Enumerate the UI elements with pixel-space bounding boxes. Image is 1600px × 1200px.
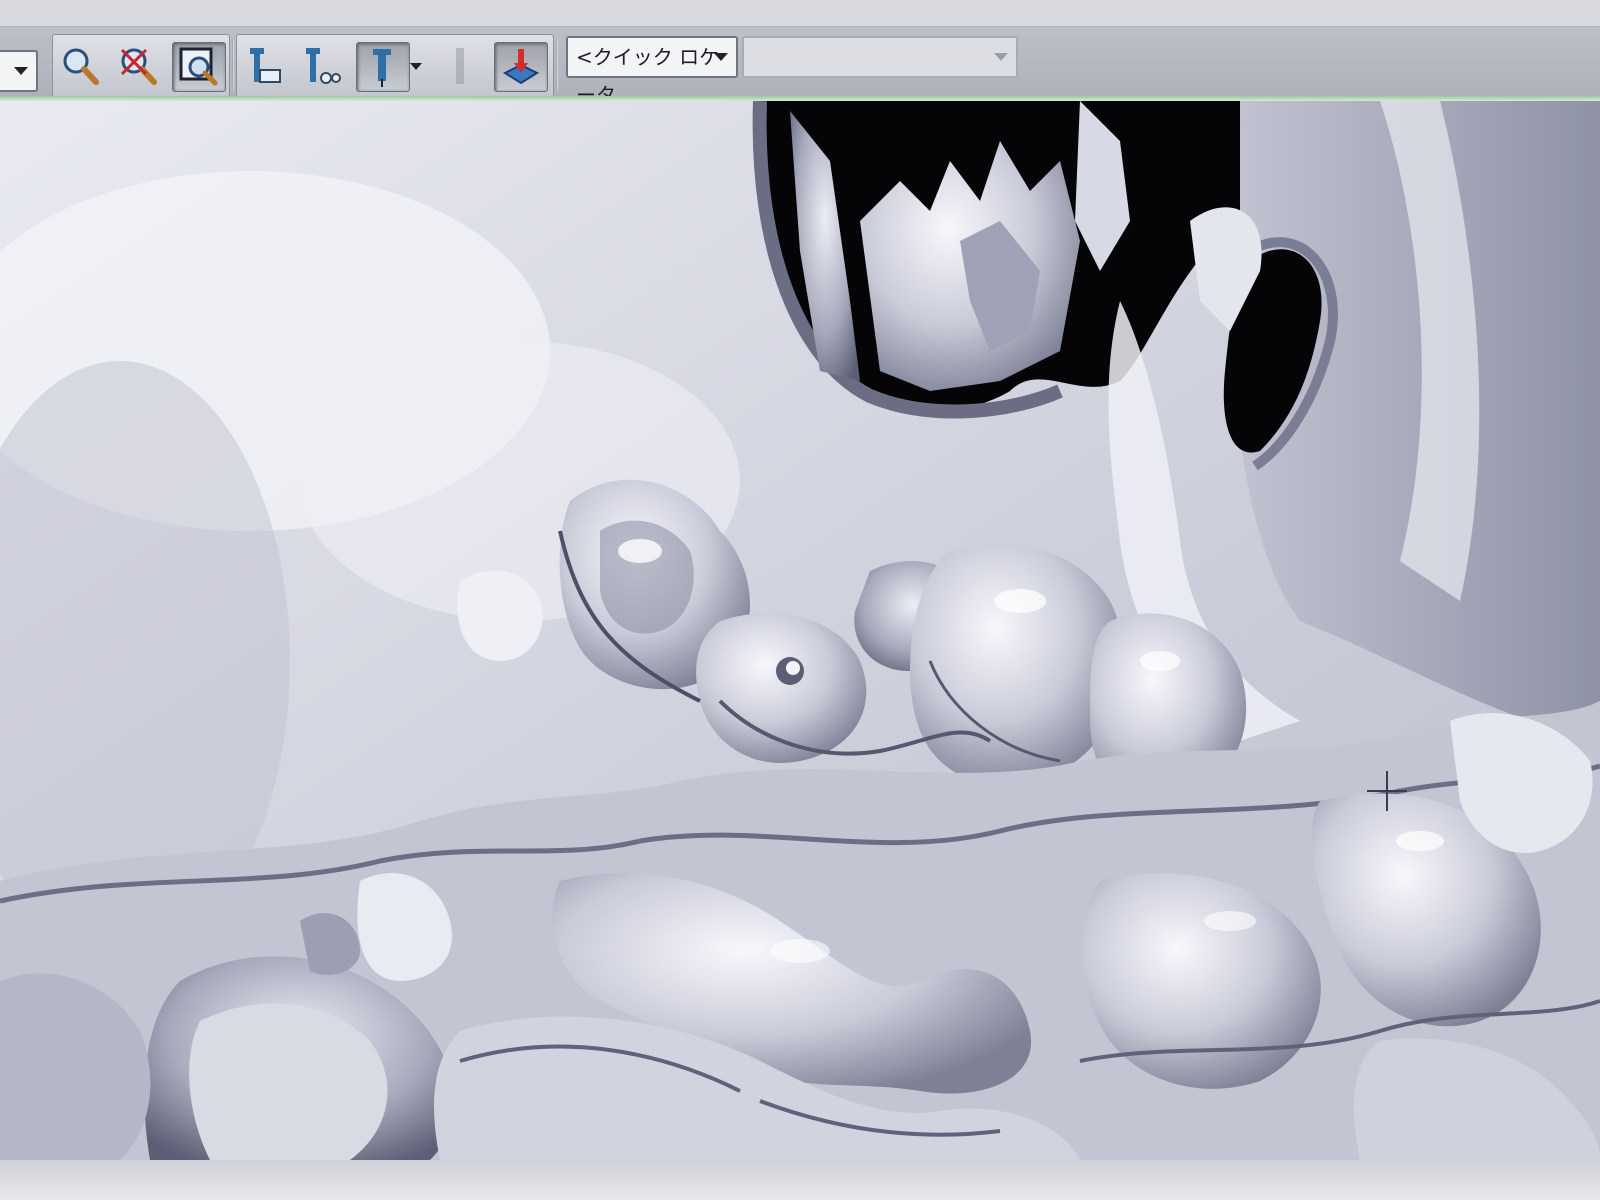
zoom-out-button[interactable]	[112, 42, 164, 90]
toolbar-separator	[556, 40, 558, 90]
chevron-down-icon	[994, 53, 1008, 61]
zoom-window-icon	[179, 47, 218, 86]
chevron-down-icon	[410, 63, 422, 70]
tool-b-button[interactable]	[296, 42, 348, 90]
3d-surface-render	[0, 101, 1600, 1160]
toolbar: <クイック ロケータ	[0, 0, 1600, 107]
orient-icon	[502, 49, 540, 85]
tool-a-button[interactable]	[240, 42, 292, 90]
zoom-out-icon	[120, 48, 157, 85]
chevron-down-icon	[14, 67, 28, 75]
bottom-frame	[0, 1160, 1600, 1200]
tool-d-icon	[456, 48, 464, 84]
tool-a-icon	[250, 48, 281, 83]
orient-button[interactable]	[494, 42, 548, 92]
quick-locator-select[interactable]: <クイック ロケータ	[566, 36, 738, 107]
tool-c-icon	[373, 49, 391, 87]
tool-b-icon	[306, 48, 341, 84]
tool-c-dropdown[interactable]	[404, 42, 428, 90]
tool-c-button[interactable]	[356, 42, 410, 92]
zoom-in-button[interactable]	[54, 42, 106, 90]
left-dropdown[interactable]	[0, 50, 38, 92]
zoom-in-icon	[63, 48, 99, 85]
crosshair-icon	[1367, 771, 1407, 811]
zoom-window-button[interactable]	[172, 42, 226, 92]
chevron-down-icon	[714, 53, 728, 61]
toolbar-top-strip	[0, 0, 1600, 27]
secondary-select[interactable]	[742, 36, 1018, 78]
3d-viewport[interactable]	[0, 101, 1600, 1160]
toolbar-separator	[232, 40, 234, 90]
tool-d-button[interactable]	[434, 42, 486, 90]
